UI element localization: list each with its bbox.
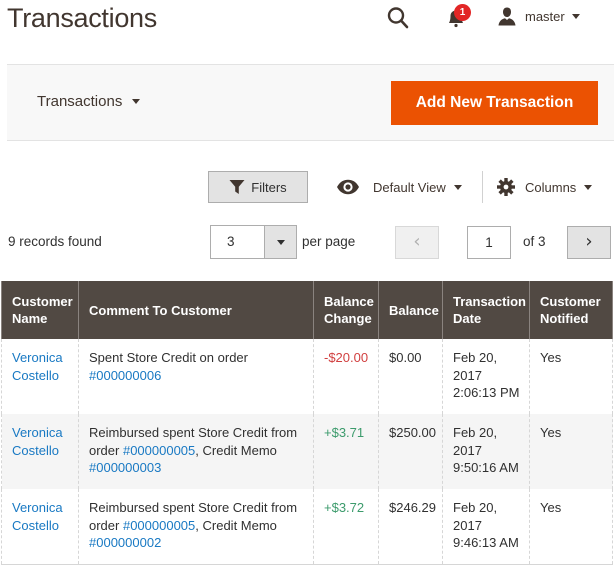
column-header-comment[interactable]: Comment To Customer xyxy=(78,281,314,339)
credit-memo-link[interactable]: #000000002 xyxy=(89,535,161,550)
records-found-count: 9 records found xyxy=(8,234,102,249)
customer-name-link[interactable]: Veronica Costello xyxy=(12,500,63,533)
table-row[interactable]: Veronica Costello Reimbursed spent Store… xyxy=(1,489,613,565)
customer-notified: Yes xyxy=(540,500,562,515)
chevron-down-icon xyxy=(132,99,141,104)
comment-text: , Credit Memo xyxy=(195,517,277,533)
add-new-transaction-button[interactable]: Add New Transaction xyxy=(391,81,598,125)
chevron-left-icon: ‹ xyxy=(413,231,421,252)
column-header-customer-name[interactable]: Customer Name xyxy=(1,281,79,339)
switcher-label: Transactions xyxy=(37,93,123,110)
credit-memo-link[interactable]: #000000003 xyxy=(89,460,161,475)
comment-cell: Spent Store Credit on order #000000006 xyxy=(78,339,314,414)
current-page-input[interactable] xyxy=(467,226,511,259)
total-pages-label: of 3 xyxy=(523,234,546,249)
table-row[interactable]: Veronica Costello Spent Store Credit on … xyxy=(1,339,613,414)
per-page-select[interactable]: 3 xyxy=(210,225,297,259)
chevron-down-icon xyxy=(453,184,462,190)
column-header-transaction-date[interactable]: Transaction Date xyxy=(442,281,530,339)
per-page-label: per page xyxy=(302,234,356,249)
previous-page-button[interactable]: ‹ xyxy=(395,226,439,259)
column-header-customer-notified[interactable]: Customer Notified xyxy=(529,281,613,339)
table-row[interactable]: Veronica Costello Reimbursed spent Store… xyxy=(1,414,613,489)
transaction-date: Feb 20, 2017 xyxy=(453,425,498,458)
grid-header-row: Customer Name Comment To Customer Balanc… xyxy=(1,281,613,339)
balance-change: -$20.00 xyxy=(324,350,369,365)
toolbar-divider xyxy=(482,171,483,203)
columns-dropdown[interactable]: Columns xyxy=(497,175,593,199)
balance: $246.29 xyxy=(389,500,436,515)
gear-icon xyxy=(497,178,515,196)
columns-label: Columns xyxy=(525,179,577,195)
user-name: master xyxy=(525,8,565,24)
transaction-date: Feb 20, 2017 xyxy=(453,350,498,383)
filter-icon xyxy=(229,180,245,194)
transaction-time: 9:50:16 AM xyxy=(453,460,519,475)
transaction-date: Feb 20, 2017 xyxy=(453,500,498,533)
customer-name-link[interactable]: Veronica Costello xyxy=(12,425,63,458)
chevron-down-icon xyxy=(584,184,593,190)
page-actions-bar: Transactions Add New Transaction xyxy=(7,64,614,141)
chevron-right-icon: › xyxy=(585,231,593,252)
notifications-badge: 1 xyxy=(454,4,471,21)
comment-cell: Reimbursed spent Store Credit from order… xyxy=(78,489,314,565)
header-actions: 1 master xyxy=(384,0,614,36)
user-account-menu[interactable]: master xyxy=(497,5,580,27)
balance: $0.00 xyxy=(389,350,422,365)
per-page-value: 3 xyxy=(227,234,235,249)
order-link[interactable]: #000000005 xyxy=(123,443,195,458)
order-link[interactable]: #000000005 xyxy=(123,518,195,533)
chevron-down-icon xyxy=(571,13,580,19)
transactions-grid: Customer Name Comment To Customer Balanc… xyxy=(1,281,613,565)
column-header-balance[interactable]: Balance xyxy=(378,281,443,339)
transactions-switcher[interactable]: Transactions xyxy=(37,93,141,110)
order-link[interactable]: #000000006 xyxy=(89,368,161,383)
comment-text: Spent Store Credit on order xyxy=(89,350,248,365)
page-title: Transactions xyxy=(7,3,157,33)
customer-notified: Yes xyxy=(540,425,562,440)
customer-name-link[interactable]: Veronica Costello xyxy=(12,350,63,383)
transaction-time: 9:46:13 AM xyxy=(453,535,519,550)
transaction-time: 2:06:13 PM xyxy=(453,385,520,400)
comment-cell: Reimbursed spent Store Credit from order… xyxy=(78,414,314,489)
customer-notified: Yes xyxy=(540,350,562,365)
filters-label: Filters xyxy=(251,179,287,195)
user-icon xyxy=(498,7,516,26)
filters-button[interactable]: Filters xyxy=(208,171,308,203)
balance-change: +$3.72 xyxy=(324,500,365,515)
eye-icon xyxy=(337,179,359,195)
view-label: Default View xyxy=(373,179,446,195)
search-button[interactable] xyxy=(386,6,410,30)
per-page-dropdown-toggle[interactable] xyxy=(264,226,296,258)
column-header-balance-change[interactable]: Balance Change xyxy=(313,281,379,339)
search-icon xyxy=(387,7,409,29)
default-view-dropdown[interactable]: Default View xyxy=(336,175,462,199)
balance: $250.00 xyxy=(389,425,436,440)
balance-change: +$3.71 xyxy=(324,425,365,440)
comment-text: , Credit Memo xyxy=(195,442,277,458)
next-page-button[interactable]: › xyxy=(567,226,611,259)
